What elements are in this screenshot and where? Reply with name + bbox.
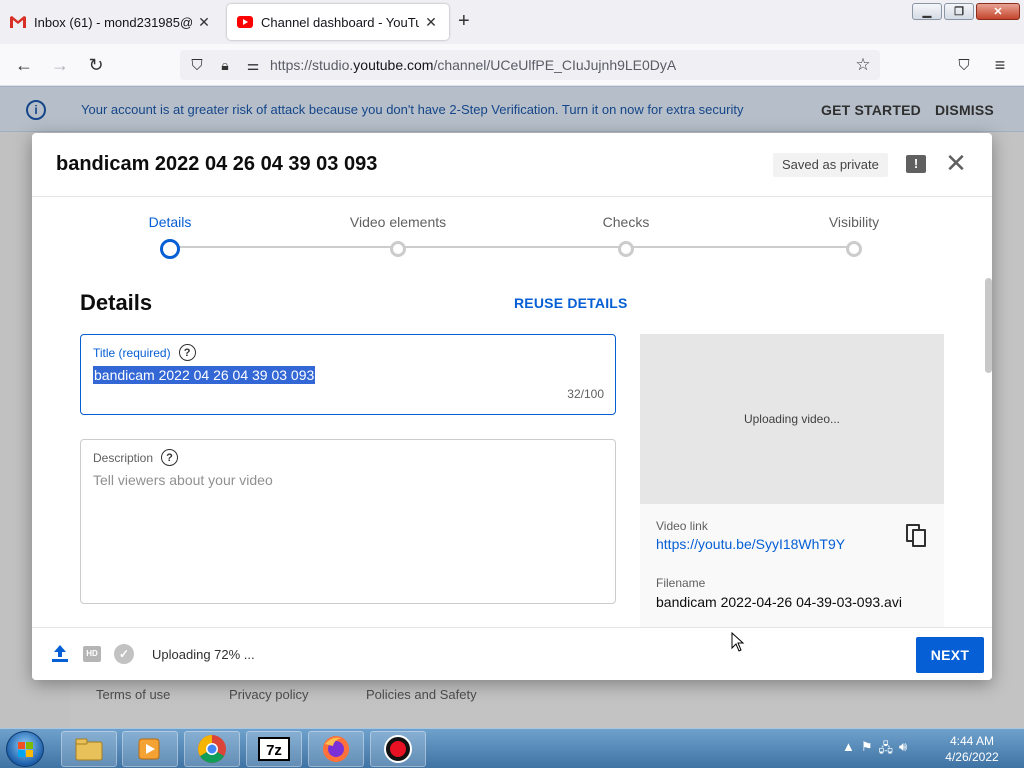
- gmail-icon: [10, 16, 26, 28]
- taskbar-media-player[interactable]: [122, 731, 178, 767]
- upload-icon: [52, 645, 68, 663]
- step-label: Visibility: [828, 214, 880, 230]
- step-dot: [390, 241, 406, 257]
- start-button[interactable]: [6, 731, 44, 767]
- mouse-cursor-icon: [731, 632, 745, 652]
- step-details[interactable]: Details: [90, 198, 250, 259]
- tab-label: Inbox (61) - mond231985@gma: [34, 14, 192, 30]
- minimize-button[interactable]: ▁: [912, 3, 942, 20]
- restore-button[interactable]: ❐: [944, 3, 974, 20]
- help-icon[interactable]: ?: [161, 449, 179, 466]
- chrome-icon: [198, 735, 226, 763]
- record-icon: [384, 735, 412, 763]
- tracking-shield-icon[interactable]: ⛉: [186, 54, 208, 76]
- volume-icon[interactable]: 🔊︎: [899, 739, 907, 761]
- window-controls: ▁ ❐ ✕: [912, 3, 1020, 20]
- clock-time: 4:44 AM: [949, 734, 995, 748]
- navigation-bar: ← → ↻ ⛉ 🔒︎ ⚌ https://studio.youtube.com/…: [0, 44, 1024, 86]
- help-icon[interactable]: ?: [178, 344, 196, 361]
- video-thumbnail-area: Uploading video...: [640, 334, 944, 504]
- stepper-line: [170, 246, 854, 248]
- dialog-footer: HD ✓ Uploading 72% ... NEXT: [32, 627, 992, 680]
- title-char-counter: 32/100: [567, 387, 604, 401]
- copy-icon[interactable]: [906, 524, 928, 548]
- upload-stepper: Details Video elements Checks Visibility: [32, 198, 992, 268]
- taskbar-file-explorer[interactable]: [61, 731, 117, 767]
- saved-status-badge: Saved as private: [773, 153, 888, 177]
- video-link-label: Video link: [656, 519, 708, 533]
- step-dot: [846, 241, 862, 257]
- video-link[interactable]: https://youtu.be/SyyI18WhT9Y: [656, 536, 845, 552]
- upload-dialog: bandicam 2022 04 26 04 39 03 093 Saved a…: [32, 133, 992, 680]
- back-icon[interactable]: ←: [13, 54, 35, 76]
- show-hidden-icons-icon[interactable]: ▲: [842, 739, 855, 761]
- step-checks[interactable]: Checks: [546, 198, 706, 257]
- description-field-label: Description ?: [93, 449, 179, 466]
- 7zip-icon: 7z: [258, 737, 290, 761]
- firefox-icon: [323, 736, 349, 762]
- windows-taskbar: 7z ▲ ⚑ 🖧︎ 🔊︎ 4:44 AM 4/26/2022: [0, 728, 1024, 768]
- taskbar-bandicam[interactable]: [370, 731, 426, 767]
- title-field[interactable]: Title (required) ? bandicam 2022 04 26 0…: [80, 334, 616, 415]
- step-label: Details: [148, 214, 192, 230]
- uploading-video-text: Uploading video...: [743, 412, 841, 426]
- step-dot: [160, 239, 180, 259]
- dialog-header: bandicam 2022 04 26 04 39 03 093 Saved a…: [32, 133, 992, 197]
- tab-youtube-studio[interactable]: Channel dashboard - YouTube ✕: [227, 4, 449, 40]
- media-player-icon: [138, 738, 160, 760]
- youtube-icon: [237, 16, 253, 28]
- taskbar-7zip[interactable]: 7z: [246, 731, 302, 767]
- reuse-details-button[interactable]: REUSE DETAILS: [514, 295, 628, 311]
- title-input[interactable]: bandicam 2022 04 26 04 39 03 093: [93, 366, 316, 384]
- filename-value: bandicam 2022-04-26 04-39-03-093.avi: [656, 594, 902, 610]
- taskbar-firefox[interactable]: [308, 731, 364, 767]
- description-field[interactable]: Description ? Tell viewers about your vi…: [80, 439, 616, 604]
- next-button[interactable]: NEXT: [916, 637, 984, 673]
- close-tab-icon[interactable]: ✕: [423, 14, 439, 31]
- new-tab-icon[interactable]: +: [458, 10, 470, 33]
- tab-gmail[interactable]: Inbox (61) - mond231985@gma ✕: [0, 4, 222, 40]
- bookmark-star-icon[interactable]: ☆: [852, 54, 874, 76]
- checks-icon: ✓: [114, 644, 134, 664]
- step-dot: [618, 241, 634, 257]
- address-bar[interactable]: ⛉ 🔒︎ ⚌ https://studio.youtube.com/channe…: [180, 50, 880, 80]
- tab-label: Channel dashboard - YouTube: [261, 14, 419, 30]
- url-text: https://studio.youtube.com/channel/UCeUl…: [270, 57, 677, 73]
- system-tray: ▲ ⚑ 🖧︎ 🔊︎: [842, 739, 907, 761]
- description-input[interactable]: Tell viewers about your video: [93, 472, 273, 488]
- upload-progress-text: Uploading 72% ...: [152, 647, 255, 662]
- folder-icon: [75, 738, 103, 761]
- close-icon[interactable]: ✕: [944, 149, 968, 177]
- lock-icon[interactable]: 🔒︎: [214, 54, 236, 76]
- step-video-elements[interactable]: Video elements: [318, 198, 478, 257]
- step-visibility[interactable]: Visibility: [774, 198, 934, 257]
- forward-icon[interactable]: →: [49, 54, 71, 76]
- step-label: Video elements: [349, 214, 447, 230]
- permissions-icon[interactable]: ⚌: [242, 54, 264, 76]
- section-title: Details: [80, 290, 153, 315]
- clock-date: 4/26/2022: [945, 750, 999, 764]
- menu-icon[interactable]: ≡: [989, 54, 1011, 76]
- pocket-icon[interactable]: ⛉: [953, 54, 975, 76]
- dialog-scrollbar[interactable]: [985, 278, 992, 373]
- close-tab-icon[interactable]: ✕: [196, 14, 212, 31]
- video-preview-panel: Uploading video... Video link https://yo…: [640, 334, 944, 629]
- reload-icon[interactable]: ↻: [85, 54, 107, 76]
- title-field-label: Title (required) ?: [93, 344, 196, 361]
- taskbar-chrome[interactable]: [184, 731, 240, 767]
- browser-tab-bar: Inbox (61) - mond231985@gma ✕ Channel da…: [0, 0, 1024, 44]
- taskbar-clock[interactable]: 4:44 AM 4/26/2022: [940, 733, 1004, 765]
- svg-text:7z: 7z: [266, 742, 282, 759]
- filename-label: Filename: [656, 576, 706, 590]
- close-window-button[interactable]: ✕: [976, 3, 1020, 20]
- network-icon[interactable]: 🖧︎: [879, 739, 894, 761]
- windows-logo-icon: [18, 742, 34, 758]
- hd-processing-icon: HD: [83, 646, 101, 662]
- dialog-title: bandicam 2022 04 26 04 39 03 093: [56, 153, 378, 175]
- step-label: Checks: [602, 214, 650, 230]
- action-center-icon[interactable]: ⚑: [861, 739, 873, 761]
- feedback-icon[interactable]: !: [906, 155, 926, 173]
